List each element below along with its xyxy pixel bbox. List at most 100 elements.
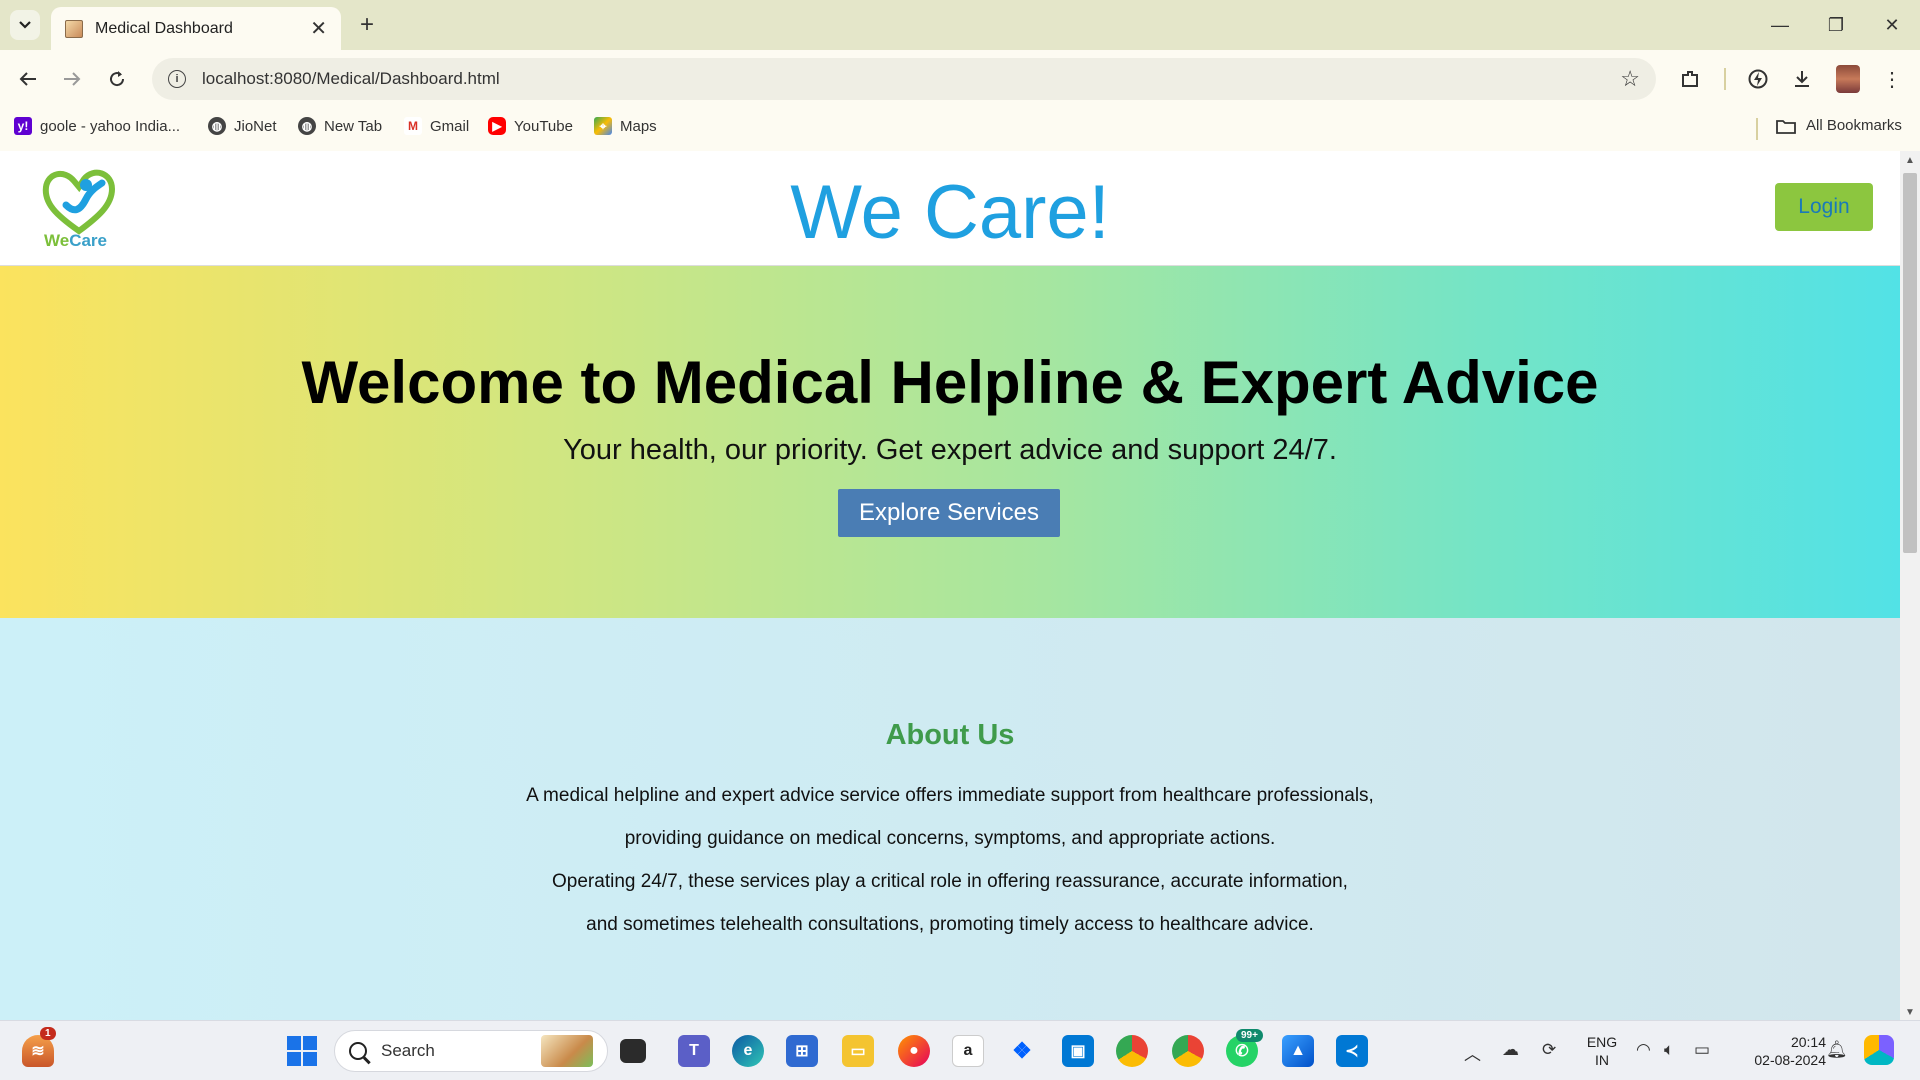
weather-notification-badge: 1 [40, 1027, 56, 1040]
about-paragraph-line: and sometimes telehealth consultations, … [586, 914, 1314, 935]
edge-icon[interactable]: e [732, 1035, 764, 1067]
tab-title: Medical Dashboard [95, 19, 233, 37]
show-hidden-icons-chevron-icon[interactable]: ︿ [1464, 1040, 1481, 1065]
browser-toolbar: i localhost:8080/Medical/Dashboard.html … [0, 50, 1920, 107]
region-code: IN [1595, 1052, 1609, 1068]
dropbox-icon[interactable]: ❖ [1006, 1035, 1038, 1067]
search-icon [349, 1042, 367, 1060]
tab-search-dropdown[interactable] [10, 10, 40, 40]
all-bookmarks-label: All Bookmarks [1806, 117, 1902, 134]
page-scrollbar[interactable]: ▲ ▼ [1900, 151, 1920, 1020]
gmail-icon: M [404, 117, 422, 135]
bookmark-label: JioNet [234, 117, 277, 135]
bookmark-youtube[interactable]: ▶ YouTube [488, 117, 573, 135]
performance-icon[interactable] [1740, 61, 1776, 97]
address-bar[interactable]: i localhost:8080/Medical/Dashboard.html … [152, 58, 1656, 100]
extensions-icon[interactable] [1672, 61, 1708, 97]
clock-time: 20:14 [1790, 1034, 1826, 1050]
all-bookmarks-button[interactable]: All Bookmarks [1776, 117, 1902, 134]
folder-icon [1776, 119, 1796, 134]
reload-icon [110, 71, 125, 87]
site-title: We Care! [790, 170, 1110, 255]
volume-icon[interactable]: 🔈︎ [1664, 1040, 1674, 1060]
about-paragraph-line: Operating 24/7, these services play a cr… [552, 871, 1348, 892]
language-indicator[interactable]: ENG IN [1582, 1033, 1622, 1069]
clock-date: 02-08-2024 [1754, 1052, 1826, 1068]
bookmark-label: New Tab [324, 117, 383, 135]
file-explorer-icon[interactable]: ▭ [842, 1035, 874, 1067]
profile-avatar[interactable] [1836, 65, 1860, 93]
bookmark-new-tab[interactable]: ◍ New Tab [298, 117, 382, 135]
whatsapp-badge: 99+ [1236, 1029, 1263, 1042]
clock[interactable]: 20:14 02-08-2024 [1730, 1033, 1826, 1069]
bookmark-maps[interactable]: ⌖ Maps [594, 117, 657, 135]
photos-icon[interactable]: ▲ [1282, 1035, 1314, 1067]
window-controls: — ❐ ✕ [1752, 0, 1920, 50]
globe-icon: ◍ [298, 117, 316, 135]
bookmark-label: Maps [620, 117, 657, 135]
browser-tab-active[interactable]: Medical Dashboard ✕ [51, 7, 341, 50]
scroll-down-arrow-icon[interactable]: ▼ [1905, 1007, 1915, 1018]
chevron-down-icon [19, 21, 31, 29]
copilot-icon[interactable] [1864, 1035, 1894, 1065]
hero-section: Welcome to Medical Helpline & Expert Adv… [0, 266, 1900, 618]
bookmark-star-icon[interactable]: ☆ [1620, 66, 1640, 92]
restore-button[interactable]: ❐ [1808, 0, 1864, 50]
teams-icon[interactable]: T [678, 1035, 710, 1067]
about-text: A medical helpline and expert advice ser… [0, 774, 1900, 946]
web-page: WeCare We Care! Login Welcome to Medical… [0, 151, 1900, 1020]
minimize-button[interactable]: — [1752, 0, 1808, 50]
taskbar-search-box[interactable]: Search [334, 1030, 608, 1072]
url-text: localhost:8080/Medical/Dashboard.html [202, 69, 500, 88]
tab-favicon-icon [65, 19, 83, 38]
bookmark-gmail[interactable]: M Gmail [404, 117, 469, 135]
maps-icon: ⌖ [594, 117, 612, 135]
microsoft-store-icon[interactable]: ⊞ [786, 1035, 818, 1067]
forward-button[interactable] [54, 61, 90, 97]
about-paragraph-line: A medical helpline and expert advice ser… [526, 785, 1374, 806]
hero-title: Welcome to Medical Helpline & Expert Adv… [301, 349, 1599, 416]
firefox-icon[interactable]: ● [898, 1035, 930, 1067]
chrome-icon[interactable] [1116, 1035, 1148, 1067]
bookmark-label: Gmail [430, 117, 470, 135]
language-code: ENG [1586, 1034, 1618, 1050]
battery-icon[interactable]: ▭ [1694, 1040, 1710, 1060]
task-view-icon[interactable] [620, 1039, 646, 1063]
login-button[interactable]: Login [1775, 183, 1873, 231]
menu-kebab-icon[interactable]: ⋮ [1874, 61, 1910, 97]
arrow-left-icon [19, 72, 36, 86]
bookmark-label: YouTube [514, 117, 573, 135]
site-header: WeCare We Care! Login [0, 151, 1900, 266]
onedrive-icon[interactable]: ☁ [1502, 1040, 1519, 1060]
close-tab-icon[interactable]: ✕ [310, 16, 327, 41]
amazon-icon[interactable]: a [952, 1035, 984, 1067]
bookmark-label: goole - yahoo India... [40, 117, 181, 135]
back-button[interactable] [10, 61, 46, 97]
search-highlight-image [541, 1035, 593, 1067]
scroll-up-arrow-icon[interactable]: ▲ [1905, 155, 1915, 166]
chrome-profile-icon[interactable] [1172, 1035, 1204, 1067]
youtube-icon: ▶ [488, 117, 506, 135]
about-paragraph-line: providing guidance on medical concerns, … [624, 828, 1276, 849]
sync-icon[interactable]: ⟳ [1542, 1040, 1556, 1060]
bookmark-jionet[interactable]: ◍ JioNet [208, 117, 277, 135]
hero-subtitle: Your health, our priority. Get expert ad… [563, 434, 1337, 466]
about-title: About Us [885, 719, 1015, 751]
vscode-icon[interactable]: ≺ [1336, 1035, 1368, 1067]
taskbar-search-label: Search [381, 1041, 435, 1060]
reload-button[interactable] [99, 61, 135, 97]
toolbar-divider [1724, 68, 1726, 90]
site-info-icon[interactable]: i [168, 70, 186, 88]
windows-start-icon[interactable] [286, 1035, 318, 1067]
bookmarks-bar: y! goole - yahoo India... ◍ JioNet ◍ New… [0, 107, 1920, 151]
scrollbar-thumb[interactable] [1903, 173, 1917, 553]
close-window-button[interactable]: ✕ [1864, 0, 1920, 50]
windows-taskbar: ≋ 1 Search T e ⊞ ▭ ● a ❖ ▣ ✆ 99+ ▲ ≺ ︿ ☁… [0, 1020, 1920, 1080]
bookmark-yahoo[interactable]: y! goole - yahoo India... [14, 117, 180, 135]
wifi-icon[interactable]: ◠ [1636, 1040, 1651, 1060]
new-tab-button[interactable]: + [352, 10, 382, 40]
notification-bell-icon[interactable]: 🔔︎ [1826, 1040, 1848, 1060]
explore-services-button[interactable]: Explore Services [838, 489, 1060, 537]
remote-desktop-icon[interactable]: ▣ [1062, 1035, 1094, 1067]
download-icon[interactable] [1784, 61, 1820, 97]
